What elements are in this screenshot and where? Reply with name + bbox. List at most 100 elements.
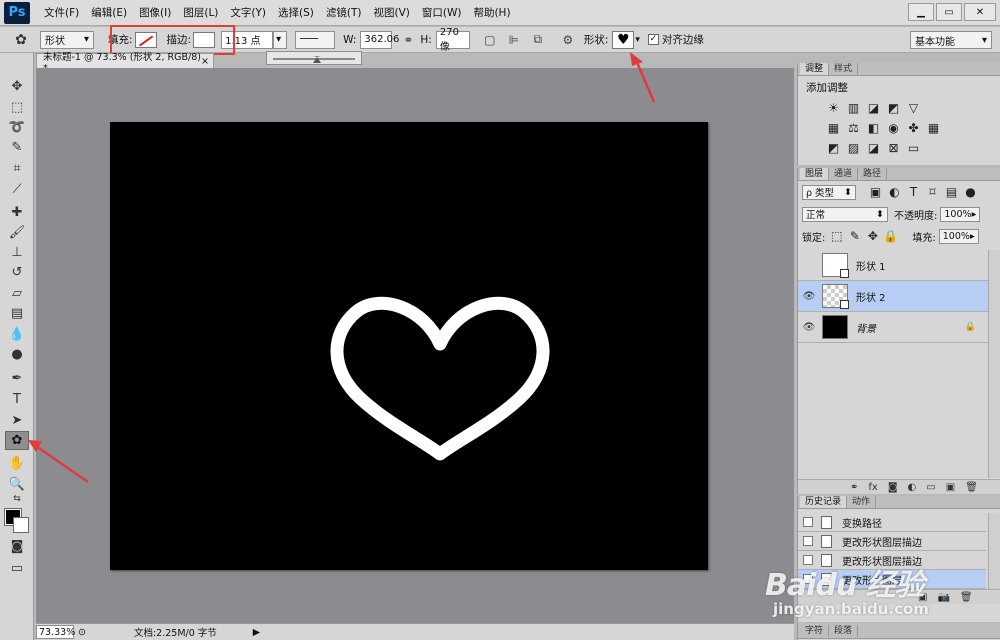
marquee-tool-icon[interactable]: ⬚ <box>5 98 29 117</box>
menu-type[interactable]: 文字(Y) <box>224 5 272 20</box>
photo-filter-icon[interactable]: ◉ <box>886 120 901 135</box>
channel-mixer-icon[interactable]: ✤ <box>906 120 921 135</box>
shape-filter-icon[interactable]: ⌑ <box>925 185 940 200</box>
visibility-toggle[interactable] <box>798 260 820 271</box>
path-operations-icon[interactable]: ▢ <box>482 32 498 48</box>
type-filter-icon[interactable]: T <box>906 185 921 200</box>
layer-filter-select[interactable]: ρ 类型 ⬍ <box>802 184 856 200</box>
pixel-filter-icon[interactable]: ▣ <box>868 185 883 200</box>
layer-row-background[interactable]: 👁 背景 🔒 <box>798 312 988 343</box>
swap-colors-icon[interactable]: ⇆ <box>5 493 29 505</box>
history-checkbox[interactable] <box>803 517 813 527</box>
minimize-button[interactable]: ▁ <box>908 3 934 21</box>
menu-window[interactable]: 窗口(W) <box>416 5 468 20</box>
tab-history[interactable]: 历史记录 <box>800 496 848 508</box>
menu-filter[interactable]: 滤镜(T) <box>320 5 368 20</box>
clone-stamp-tool-icon[interactable]: ⊥ <box>5 243 29 262</box>
menu-view[interactable]: 视图(V) <box>367 5 415 20</box>
path-selection-tool-icon[interactable]: ➤ <box>5 411 29 430</box>
close-icon[interactable]: × <box>201 56 209 67</box>
restore-button[interactable]: ▭ <box>936 3 962 21</box>
move-tool-icon[interactable]: ✥ <box>5 77 29 96</box>
layer-row-shape-1[interactable]: 形状 1 <box>798 250 988 281</box>
trash-icon[interactable]: 🗑 <box>965 482 978 493</box>
brush-tool-icon[interactable]: 🖌 <box>5 223 29 242</box>
custom-shape-tool-icon[interactable]: ✿ <box>5 431 29 450</box>
blend-mode-select[interactable]: 正常 ⬍ <box>802 206 888 222</box>
layer-row-shape-2[interactable]: 👁 形状 2 <box>798 281 988 312</box>
blur-tool-icon[interactable]: 💧 <box>5 325 29 344</box>
menu-edit[interactable]: 编辑(E) <box>85 5 133 20</box>
brightness-icon[interactable]: ☀ <box>826 100 841 115</box>
document-tab[interactable]: 未标题-1 @ 73.3% (形状 2, RGB/8) * × <box>36 52 214 74</box>
doc-info-icon[interactable]: ⊙ <box>78 627 86 638</box>
link-icon[interactable]: ⚭ <box>400 32 416 48</box>
posterize-icon[interactable]: ▨ <box>846 140 861 155</box>
lock-position-icon[interactable]: ✥ <box>865 229 880 244</box>
path-arrangement-icon[interactable]: ⧉ <box>530 32 546 48</box>
color-lookup-icon[interactable]: ▦ <box>926 120 941 135</box>
curves-icon[interactable]: ◪ <box>866 100 881 115</box>
eye-icon[interactable]: 👁 <box>798 322 820 333</box>
menu-layer[interactable]: 图层(L) <box>177 5 224 20</box>
new-group-icon[interactable]: ▭ <box>926 482 935 493</box>
add-mask-icon[interactable]: ◙ <box>888 482 898 493</box>
healing-brush-tool-icon[interactable]: ✚ <box>5 203 29 222</box>
exposure-icon[interactable]: ◩ <box>886 100 901 115</box>
crop-tool-icon[interactable]: ⌗ <box>5 159 29 178</box>
smart-object-filter-icon[interactable]: ▤ <box>944 185 959 200</box>
threshold-icon[interactable]: ◪ <box>866 140 881 155</box>
close-button[interactable]: ✕ <box>964 3 996 21</box>
color-balance-icon[interactable]: ⚖ <box>846 120 861 135</box>
adjustment-filter-icon[interactable]: ◐ <box>887 185 902 200</box>
levels-icon[interactable]: ▥ <box>846 100 861 115</box>
shape-picker[interactable]: ♥ <box>612 30 635 49</box>
gradient-tool-icon[interactable]: ▤ <box>5 304 29 323</box>
history-checkbox[interactable] <box>803 536 813 546</box>
eyedropper-tool-icon[interactable]: ⟋ <box>5 180 29 199</box>
align-edges-checkbox[interactable]: ✓ <box>647 34 659 45</box>
invert-icon[interactable]: ◩ <box>826 140 841 155</box>
type-tool-icon[interactable]: T <box>5 390 29 409</box>
canvas-area[interactable] <box>36 68 794 623</box>
stroke-width-slider[interactable] <box>266 51 362 65</box>
dodge-tool-icon[interactable]: ● <box>5 345 29 364</box>
quick-select-tool-icon[interactable]: ✎ <box>5 138 29 157</box>
heart-outline[interactable] <box>330 296 550 461</box>
custom-shape-tool-icon[interactable]: ✿ <box>10 30 32 50</box>
tool-mode-select[interactable]: 形状 ▾ <box>40 30 94 49</box>
menu-select[interactable]: 选择(S) <box>272 5 320 20</box>
background-color[interactable] <box>13 517 29 533</box>
fx-icon[interactable]: fx <box>868 482 877 493</box>
hand-tool-icon[interactable]: ✋ <box>5 454 29 473</box>
new-layer-icon[interactable]: ▣ <box>946 482 955 493</box>
vibrance-icon[interactable]: ▽ <box>906 100 921 115</box>
tab-paths[interactable]: 路径 <box>858 168 888 180</box>
slider-thumb[interactable] <box>313 56 321 63</box>
pen-tool-icon[interactable]: ✒ <box>5 369 29 388</box>
stroke-type-select[interactable]: ─── <box>295 30 336 49</box>
tab-channels[interactable]: 通道 <box>829 168 859 180</box>
tab-adjustments[interactable]: 调整 <box>800 63 830 75</box>
menu-help[interactable]: 帮助(H) <box>467 5 516 20</box>
history-item[interactable]: 变换路径 <box>798 513 986 532</box>
zoom-field[interactable]: 73.33% <box>36 625 75 639</box>
tab-styles[interactable]: 样式 <box>829 63 859 75</box>
history-item[interactable]: 更改形状图层描边 <box>798 532 986 551</box>
width-input[interactable]: 362.06 <box>360 30 399 49</box>
chevron-down-icon[interactable]: ▾ <box>635 35 640 45</box>
black-white-icon[interactable]: ◧ <box>866 120 881 135</box>
gear-icon[interactable]: ⚙ <box>560 32 576 48</box>
selective-color-icon[interactable]: ⊠ <box>886 140 901 155</box>
menu-file[interactable]: 文件(F) <box>38 5 85 20</box>
history-brush-tool-icon[interactable]: ↺ <box>5 263 29 282</box>
lock-transparency-icon[interactable]: ⬚ <box>829 229 844 244</box>
new-adjustment-icon[interactable]: ◐ <box>908 482 917 493</box>
eraser-tool-icon[interactable]: ▱ <box>5 284 29 303</box>
workspace-select[interactable]: 基本功能 ▾ <box>910 31 992 49</box>
gradient-map-icon[interactable]: ▭ <box>906 140 921 155</box>
menu-image[interactable]: 图像(I) <box>133 5 177 20</box>
lasso-tool-icon[interactable]: ➰ <box>5 118 29 137</box>
path-alignment-icon[interactable]: ⊫ <box>506 32 522 48</box>
screen-mode-icon[interactable]: ▭ <box>5 559 29 578</box>
